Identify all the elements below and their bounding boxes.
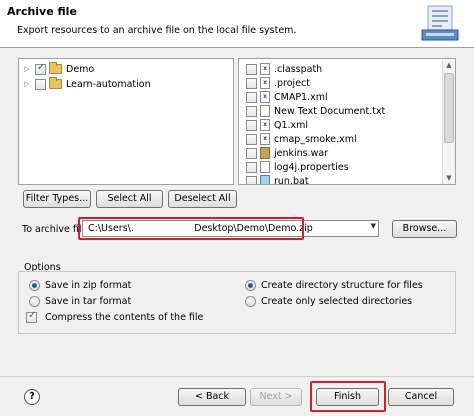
bat-file-icon [260, 175, 270, 184]
filter-types-button[interactable]: Filter Types... [23, 190, 91, 208]
expand-arrow-icon[interactable]: ▷ [22, 80, 32, 88]
file-label: New Text Document.txt [274, 105, 386, 117]
file-label: .project [274, 77, 310, 89]
tree-item-label: Learn-automation [66, 78, 151, 90]
create-dir-label[interactable]: Create directory structure for files [261, 280, 423, 291]
finish-highlight-box [310, 381, 386, 412]
wizard-title: Archive file [7, 5, 77, 18]
cancel-button[interactable]: Cancel [388, 388, 454, 406]
create-selected-radio[interactable] [245, 296, 256, 307]
file-label: cmap_smoke.xml [274, 133, 357, 145]
text-file-icon [260, 161, 270, 173]
save-tar-label[interactable]: Save in tar format [45, 296, 131, 307]
file-label: run.bat [274, 175, 309, 185]
project-folder-icon [49, 77, 62, 89]
file-checkbox[interactable] [246, 133, 257, 145]
file-label: .classpath [274, 63, 323, 75]
wizard-footer: ? < Back Next > Finish Cancel [0, 376, 474, 416]
list-item[interactable]: x Q1.xml [243, 118, 308, 132]
tree-item-label: Demo [66, 63, 95, 75]
list-item[interactable]: x CMAP1.xml [243, 90, 328, 104]
file-checkbox[interactable] [246, 77, 257, 89]
file-list-scrollbar[interactable]: ▲ ▼ [442, 59, 455, 184]
list-item[interactable]: x .classpath [243, 62, 322, 76]
xml-file-icon: x [260, 63, 270, 75]
tree-item-learn-automation[interactable]: ▷ Learn-automation [22, 77, 151, 91]
tree-item-demo[interactable]: ▷ Demo [22, 62, 94, 76]
file-checkbox[interactable] [246, 119, 257, 131]
wizard-body: ▷ Demo ▷ Learn-automation x .classpath x… [0, 49, 474, 376]
save-zip-radio[interactable] [29, 280, 40, 291]
browse-button[interactable]: Browse... [392, 220, 457, 238]
create-dir-radio[interactable] [245, 280, 256, 291]
project-folder-icon [49, 62, 62, 74]
file-checkbox[interactable] [246, 147, 257, 159]
file-checkbox[interactable] [246, 105, 257, 117]
file-checkbox[interactable] [246, 161, 257, 173]
compress-checkbox[interactable] [26, 310, 37, 323]
help-icon[interactable]: ? [24, 389, 40, 405]
options-group: Save in zip format Save in tar format Co… [18, 271, 456, 334]
save-zip-label[interactable]: Save in zip format [45, 280, 131, 291]
text-file-icon [260, 105, 270, 117]
file-label: CMAP1.xml [274, 91, 328, 103]
dropdown-arrow-icon[interactable]: ▼ [371, 222, 376, 230]
list-item[interactable]: run.bat [243, 174, 309, 185]
file-checkbox[interactable] [246, 175, 257, 184]
wizard-description: Export resources to an archive file on t… [17, 25, 297, 36]
file-label: log4j.properties [274, 161, 349, 173]
archive-wizard-icon [421, 5, 459, 41]
file-label: Q1.xml [274, 119, 309, 131]
select-all-button[interactable]: Select All [96, 190, 163, 208]
scrollbar-thumb[interactable] [444, 73, 454, 143]
compress-label[interactable]: Compress the contents of the file [45, 312, 203, 323]
xml-file-icon: x [260, 77, 270, 89]
list-item[interactable]: log4j.properties [243, 160, 349, 174]
create-selected-label[interactable]: Create only selected directories [261, 296, 412, 307]
list-item[interactable]: x .project [243, 76, 310, 90]
tree-checkbox-demo[interactable] [35, 62, 46, 75]
file-checkbox[interactable] [246, 63, 257, 75]
wizard-header: Archive file Export resources to an arch… [0, 0, 474, 48]
xml-file-icon: x [260, 91, 270, 103]
highlight-box [78, 217, 304, 240]
tree-checkbox-learn-automation[interactable] [35, 78, 46, 90]
file-list[interactable]: x .classpath x .project x CMAP1.xml New … [238, 58, 456, 185]
list-item[interactable]: jenkins.war [243, 146, 328, 160]
xml-file-icon: x [260, 119, 270, 131]
jar-file-icon [260, 147, 270, 159]
xml-file-icon: x [260, 133, 270, 145]
file-checkbox[interactable] [246, 91, 257, 103]
back-button[interactable]: < Back [178, 388, 246, 406]
list-item[interactable]: x cmap_smoke.xml [243, 132, 357, 146]
project-tree[interactable]: ▷ Demo ▷ Learn-automation [18, 58, 234, 185]
file-label: jenkins.war [274, 147, 329, 159]
save-tar-radio[interactable] [29, 296, 40, 307]
expand-arrow-icon[interactable]: ▷ [22, 65, 32, 73]
next-button[interactable]: Next > [250, 388, 302, 406]
list-item[interactable]: New Text Document.txt [243, 104, 385, 118]
scroll-up-icon[interactable]: ▲ [443, 59, 455, 71]
scroll-down-icon[interactable]: ▼ [443, 172, 455, 184]
deselect-all-button[interactable]: Deselect All [168, 190, 237, 208]
